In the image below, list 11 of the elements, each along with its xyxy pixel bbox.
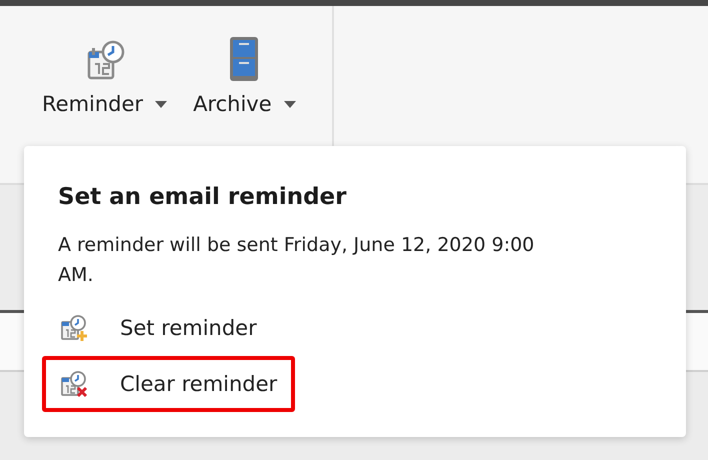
menu-item[interactable]: Clear reminder (42, 356, 296, 412)
reminder-message: A reminder will be sent Friday, June 12, 2020 9:00 AM. (58, 233, 536, 288)
caret-icon (284, 100, 296, 108)
calendar-remove-icon (60, 370, 88, 398)
file-cabinet-icon (229, 36, 260, 84)
menu-item[interactable]: Set reminder (42, 300, 275, 356)
toolbar-button[interactable]: Reminder (36, 32, 174, 120)
calendar-plus-icon (60, 314, 88, 342)
toolbar-button[interactable]: Archive (187, 32, 302, 120)
popup-title: Set an email reminder (58, 184, 348, 210)
caret-icon (155, 100, 168, 108)
